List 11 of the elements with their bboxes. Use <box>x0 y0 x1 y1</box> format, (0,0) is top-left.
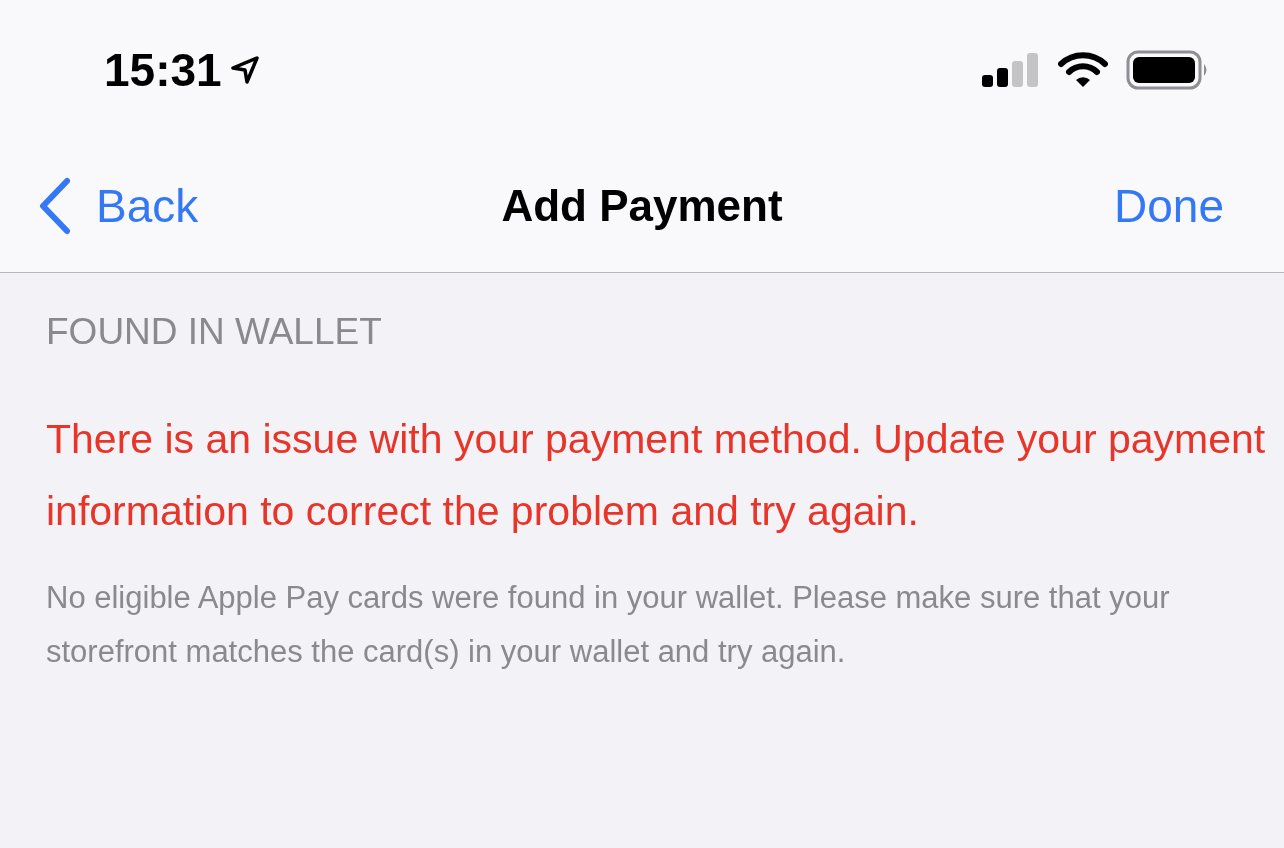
section-footer: No eligible Apple Pay cards were found in your wallet. Please make sure that your storefront matches the card(s) in your wallet and try again. <box>46 571 1266 679</box>
location-arrow-icon <box>229 55 260 85</box>
section-header: FOUND IN WALLET <box>46 311 383 353</box>
back-button[interactable]: Back <box>38 177 199 235</box>
done-button[interactable]: Done <box>1114 179 1224 233</box>
signal-icon <box>982 53 1040 87</box>
status-time: 15:31 <box>104 43 222 97</box>
nav-title: Add Payment <box>501 181 783 231</box>
error-message: There is an issue with your payment method. Update your payment information to correct the problem and try again. <box>46 415 1266 536</box>
chevron-left-icon <box>38 177 72 235</box>
wifi-icon <box>1058 52 1108 88</box>
